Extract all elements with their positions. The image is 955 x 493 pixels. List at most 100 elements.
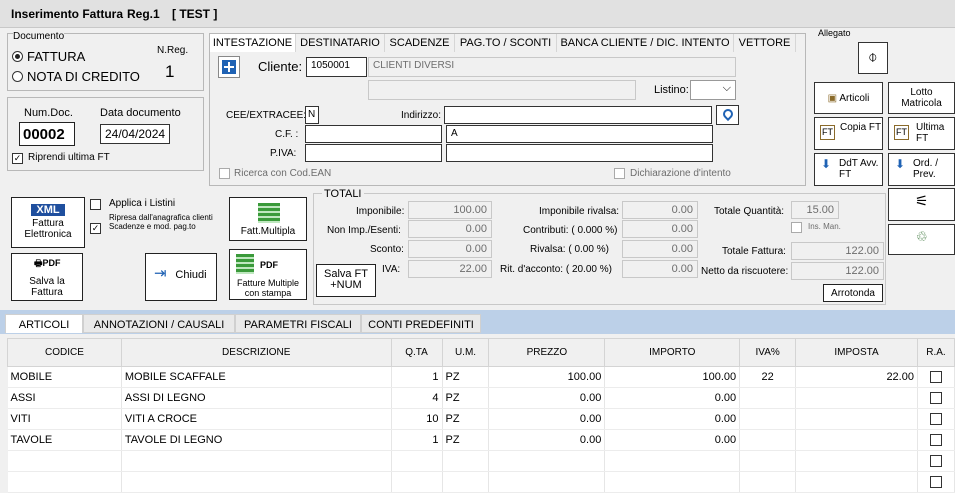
dich-intento-checkbox[interactable] [614,168,625,179]
table-cell[interactable]: ASSI DI LEGNO [121,387,392,409]
ra-checkbox[interactable] [929,371,942,384]
tab-articoli[interactable]: ARTICOLI [5,314,83,333]
radio-fattura[interactable]: FATTURA [12,49,85,64]
ins-man-checkbox[interactable] [791,222,802,233]
piva-input[interactable] [305,144,442,162]
table-cell[interactable]: TAVOLE DI LEGNO [121,429,392,451]
table-cell[interactable]: 100.00 [604,366,741,388]
ddt-avv-ft-button[interactable]: ⬇ DdT Avv. FT [814,153,883,186]
table-cell[interactable]: 0.00 [488,387,606,409]
table-cell[interactable] [604,450,741,472]
ra-cell[interactable] [917,408,955,430]
table-cell[interactable] [391,450,443,472]
add-cliente-button[interactable] [218,56,240,78]
table-cell[interactable]: MOBILE [7,366,122,388]
table-cell[interactable]: 0.00 [604,408,741,430]
ra-cell[interactable] [917,471,955,493]
copia-ft-button[interactable]: FT Copia FT [814,117,883,150]
table-cell[interactable] [7,471,122,493]
table-cell[interactable]: TAVOLE [7,429,122,451]
column-header[interactable]: DESCRIZIONE [120,338,392,367]
radio-nota-credito[interactable]: NOTA DI CREDITO [12,69,140,84]
column-header[interactable]: U.M. [441,338,490,367]
table-cell[interactable] [739,408,797,430]
indirizzo-input[interactable] [444,106,712,124]
table-row[interactable] [7,471,955,493]
numdoc-input[interactable]: 00002 [19,122,75,146]
table-cell[interactable]: 0.00 [604,429,741,451]
table-cell[interactable]: PZ [442,408,490,430]
recycle-button[interactable]: ♲ [888,224,955,255]
column-header[interactable]: R.A. [916,338,955,367]
column-header[interactable]: IMPOSTA [795,338,918,367]
fatture-multiple-button[interactable]: PDF Fatture Multiple con stampa [229,249,307,300]
fattura-elettronica-button[interactable]: XML Fattura Elettronica [11,197,85,248]
table-cell[interactable]: VITI A CROCE [121,408,392,430]
table-cell[interactable] [121,450,392,472]
table-cell[interactable]: 100.00 [488,366,606,388]
table-cell[interactable]: PZ [442,387,490,409]
table-cell[interactable] [391,471,443,493]
table-row[interactable]: VITI VITI A CROCE 10 PZ 0.00 0.00 [7,408,955,430]
column-header[interactable]: PREZZO [488,338,606,367]
ultima-ft-button[interactable]: FT Ultima FT [888,117,955,150]
table-cell[interactable] [739,387,797,409]
table-cell[interactable] [739,450,797,472]
ra-cell[interactable] [917,387,955,409]
cf-input[interactable] [305,125,442,143]
tree-structure-button[interactable]: ⚟ [888,188,955,221]
ra-checkbox[interactable] [929,392,942,405]
ra-checkbox[interactable] [929,476,942,489]
table-row[interactable] [7,450,955,472]
table-cell[interactable] [121,471,392,493]
table-cell[interactable] [442,450,490,472]
table-cell[interactable] [795,471,918,493]
tab-destinatario[interactable]: DESTINATARIO [296,34,385,52]
tab-annotazioni[interactable]: ANNOTAZIONI / CAUSALI [83,314,235,333]
chiudi-button[interactable]: ⇥ Chiudi [145,253,217,301]
ra-cell[interactable] [917,450,955,472]
table-cell[interactable] [795,429,918,451]
table-cell[interactable] [488,450,606,472]
tab-vettore[interactable]: VETTORE [734,34,796,52]
tab-conti-predefiniti[interactable]: CONTI PREDEFINITI [361,314,481,333]
salva-fattura-button[interactable]: 🖶PDF Salva la Fattura [11,253,83,301]
riprendi-checkbox[interactable]: ✓ [12,153,23,164]
provincia-input[interactable] [446,144,713,162]
table-cell[interactable]: PZ [442,366,490,388]
table-cell[interactable]: 0.00 [604,387,741,409]
table-cell[interactable]: 4 [391,387,443,409]
cliente-code-input[interactable]: 1050001 [306,57,367,77]
table-cell[interactable]: VITI [7,408,122,430]
tab-banca-cliente[interactable]: BANCA CLIENTE / DIC. INTENTO [557,34,734,52]
fatt-multipla-button[interactable]: Fatt.Multipla [229,197,307,241]
table-cell[interactable] [442,471,490,493]
table-row[interactable]: MOBILE MOBILE SCAFFALE 1 PZ 100.00 100.00 22 22… [7,366,955,388]
table-cell[interactable] [795,450,918,472]
tab-intestazione[interactable]: INTESTAZIONE [210,34,296,52]
citta-input[interactable]: A [446,125,713,143]
table-cell[interactable] [739,471,797,493]
table-cell[interactable] [7,450,122,472]
tab-scadenze[interactable]: SCADENZE [385,34,455,52]
table-cell[interactable]: 10 [391,408,443,430]
table-cell[interactable] [795,387,918,409]
listino-select[interactable]: ⌵ [690,80,736,100]
allegato-button[interactable]: ⌽ [858,42,888,74]
table-cell[interactable]: PZ [442,429,490,451]
table-cell[interactable] [795,408,918,430]
table-cell[interactable]: 22 [739,366,797,388]
cee-input[interactable]: N [305,106,319,124]
ra-cell[interactable] [917,429,955,451]
column-header[interactable]: IMPORTO [604,338,741,367]
column-header[interactable]: Q.TA [390,338,443,367]
ra-checkbox[interactable] [929,455,942,468]
table-row[interactable]: TAVOLE TAVOLE DI LEGNO 1 PZ 0.00 0.00 [7,429,955,451]
date-input[interactable]: 24/04/2024 [100,124,170,144]
articoli-button[interactable]: ▣ Articoli [814,82,883,114]
table-cell[interactable]: 0.00 [488,429,606,451]
table-cell[interactable] [739,429,797,451]
ra-checkbox[interactable] [929,413,942,426]
table-cell[interactable]: 1 [391,366,443,388]
column-header[interactable]: CODICE [7,338,122,367]
